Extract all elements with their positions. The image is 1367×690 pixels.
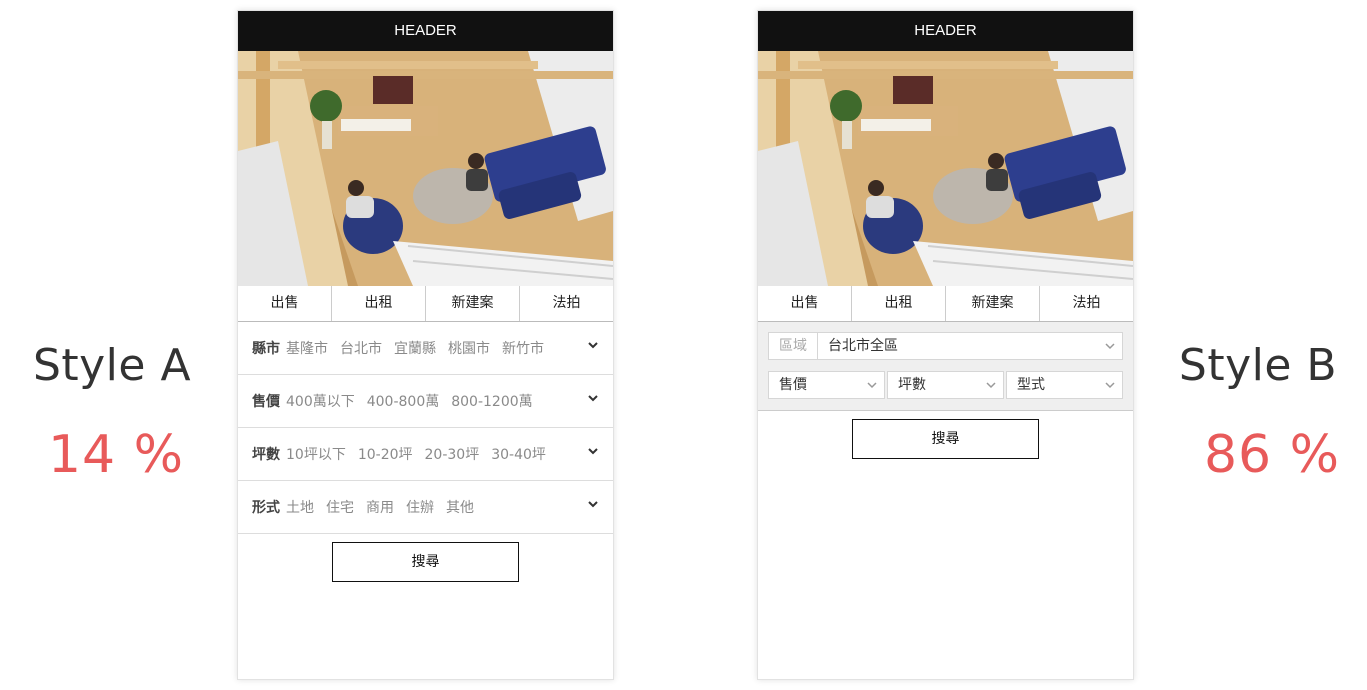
price-select-label: 售價 [779, 377, 807, 393]
tab-rent[interactable]: 出租 [852, 286, 946, 321]
listing-tabs: 出售 出租 新建案 法拍 [758, 286, 1133, 322]
filter-label: 形式 [252, 500, 280, 516]
style-b-percent: 86 % [1203, 425, 1341, 485]
area-select-label: 坪數 [898, 377, 926, 393]
tab-auction[interactable]: 法拍 [520, 286, 613, 321]
filter-option[interactable]: 800-1200萬 [451, 391, 532, 411]
filter-label: 坪數 [252, 447, 280, 463]
filter-option[interactable]: 台北市 [340, 338, 382, 358]
filter-row-type[interactable]: 形式 土地 住宅 商用 住辦 其他 [238, 481, 613, 534]
tab-sale[interactable]: 出售 [238, 286, 332, 321]
filter-option[interactable]: 400-800萬 [367, 391, 440, 411]
listing-tabs: 出售 出租 新建案 法拍 [238, 286, 613, 322]
region-label: 區域 [769, 333, 818, 359]
region-value: 台北市全區 [828, 338, 898, 354]
style-a-percent: 14 % [47, 425, 185, 485]
select-row: 售價 坪數 型式 [768, 371, 1123, 399]
filter-option[interactable]: 20-30坪 [425, 444, 480, 464]
hero-image [758, 51, 1133, 286]
filter-panel: 區域 台北市全區 售價 坪數 型式 [758, 322, 1133, 411]
filter-option[interactable]: 基隆市 [286, 338, 328, 358]
region-select[interactable]: 區域 台北市全區 [768, 332, 1123, 360]
chevron-down-icon [986, 382, 996, 389]
filter-option[interactable]: 10-20坪 [358, 444, 413, 464]
filter-option[interactable]: 10坪以下 [286, 444, 346, 464]
phone-mockup-style-a: HEADER 出售 出租 新建案 法拍 縣市 基隆市 台北市 宜蘭縣 桃園市 新… [237, 10, 614, 680]
filter-option[interactable]: 新竹市 [502, 338, 544, 358]
style-a-label: Style A [32, 340, 192, 391]
tab-auction[interactable]: 法拍 [1040, 286, 1133, 321]
search-area: 搜尋 [758, 411, 1133, 459]
search-button[interactable]: 搜尋 [852, 419, 1039, 459]
hero-image [238, 51, 613, 286]
type-select-label: 型式 [1017, 377, 1045, 393]
filter-option[interactable]: 宜蘭縣 [394, 338, 436, 358]
filter-option[interactable]: 400萬以下 [286, 391, 355, 411]
type-select[interactable]: 型式 [1006, 371, 1123, 399]
chevron-down-icon[interactable] [585, 496, 601, 512]
tab-sale[interactable]: 出售 [758, 286, 852, 321]
filter-option[interactable]: 住辦 [406, 497, 434, 517]
filter-option[interactable]: 其他 [446, 497, 474, 517]
filter-option[interactable]: 30-40坪 [491, 444, 546, 464]
price-select[interactable]: 售價 [768, 371, 885, 399]
filter-label: 縣市 [252, 341, 280, 357]
app-header: HEADER [238, 11, 613, 51]
search-area: 搜尋 [238, 534, 613, 582]
search-button[interactable]: 搜尋 [332, 542, 519, 582]
filter-option[interactable]: 商用 [366, 497, 394, 517]
chevron-down-icon[interactable] [585, 443, 601, 459]
tab-rent[interactable]: 出租 [332, 286, 426, 321]
filter-option[interactable]: 住宅 [326, 497, 354, 517]
chevron-down-icon[interactable] [585, 390, 601, 406]
filter-row-price[interactable]: 售價 400萬以下 400-800萬 800-1200萬 [238, 375, 613, 428]
chevron-down-icon [1105, 343, 1115, 350]
chevron-down-icon [1105, 382, 1115, 389]
chevron-down-icon[interactable] [585, 337, 601, 353]
filter-label: 售價 [252, 394, 280, 410]
filter-row-city[interactable]: 縣市 基隆市 台北市 宜蘭縣 桃園市 新竹市 [238, 322, 613, 375]
filter-option[interactable]: 土地 [286, 497, 314, 517]
region-value-field[interactable]: 台北市全區 [818, 333, 1122, 359]
app-header: HEADER [758, 11, 1133, 51]
tab-new-build[interactable]: 新建案 [946, 286, 1040, 321]
area-select[interactable]: 坪數 [887, 371, 1004, 399]
style-b-label: Style B [1178, 340, 1338, 391]
filter-option[interactable]: 桃園市 [448, 338, 490, 358]
phone-mockup-style-b: HEADER 出售 出租 新建案 法拍 區域 台北市全區 售價 坪數 型式 搜尋 [757, 10, 1134, 680]
tab-new-build[interactable]: 新建案 [426, 286, 520, 321]
filter-row-area[interactable]: 坪數 10坪以下 10-20坪 20-30坪 30-40坪 [238, 428, 613, 481]
chevron-down-icon [867, 382, 877, 389]
